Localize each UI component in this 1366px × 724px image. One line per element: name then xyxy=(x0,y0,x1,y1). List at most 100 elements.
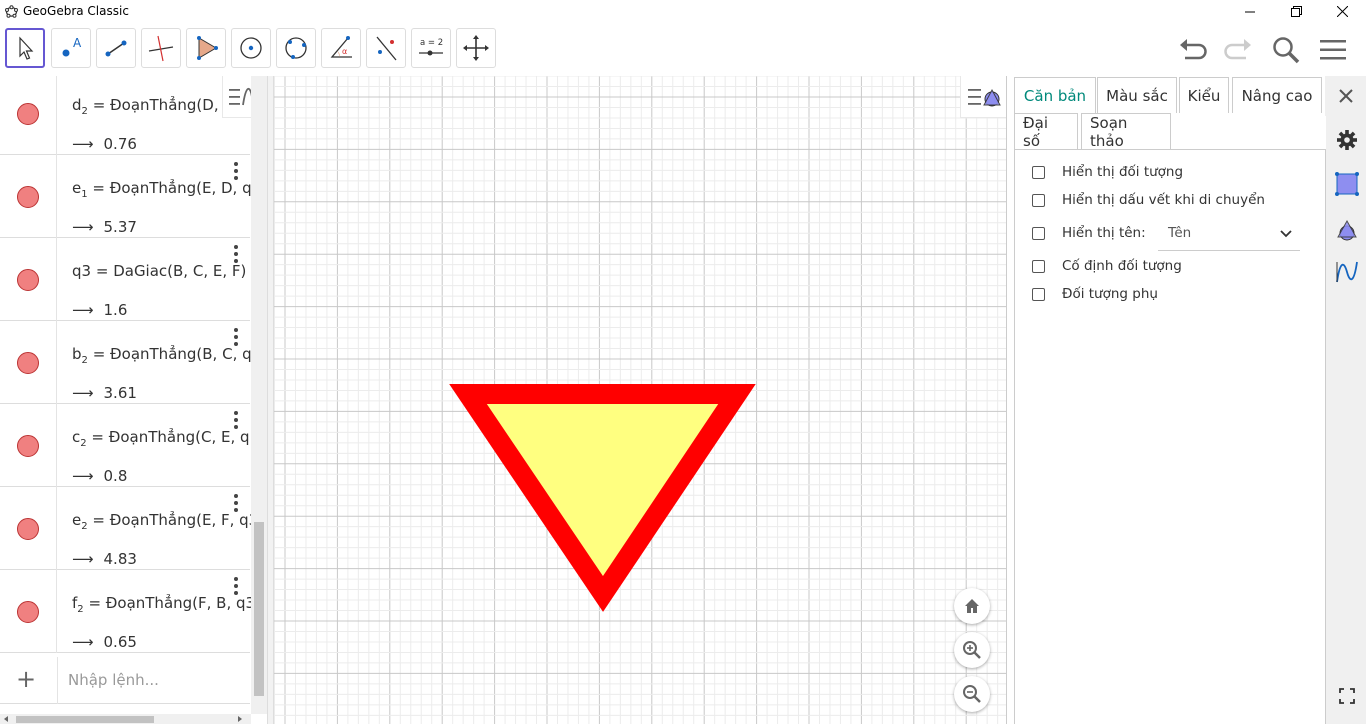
algebra-item[interactable]: e1 = ĐoạnThẳng(E, D, q ⟶ 5.37 xyxy=(0,155,252,238)
scrollbar-thumb[interactable] xyxy=(254,522,264,696)
more-options-icon[interactable] xyxy=(230,576,242,596)
view-divider[interactable] xyxy=(267,76,274,724)
close-properties-button[interactable] xyxy=(1325,76,1366,116)
algebra-item-subscript: 2 xyxy=(81,521,88,532)
more-options-icon[interactable] xyxy=(230,410,242,430)
slider-tool[interactable]: a = 2 xyxy=(411,28,451,68)
result-arrow-icon: ⟶ xyxy=(72,218,94,236)
point-tool[interactable]: A xyxy=(51,28,91,68)
move-graphics-tool[interactable] xyxy=(456,28,496,68)
graphics-style-bar-button[interactable] xyxy=(960,76,1006,118)
restore-button[interactable] xyxy=(1273,0,1319,23)
visibility-toggle[interactable] xyxy=(17,269,39,291)
scrollbar-thumb-horizontal[interactable] xyxy=(16,716,154,723)
graphics-view[interactable] xyxy=(274,76,1006,724)
visibility-toggle[interactable] xyxy=(17,601,39,623)
algebra-item-definition[interactable]: e2 = ĐoạnThẳng(E, F, q3 xyxy=(72,511,258,532)
algebra-item-definition[interactable]: c2 = ĐoạnThẳng(C, E, q xyxy=(72,428,250,449)
home-view-button[interactable] xyxy=(954,588,990,624)
result-arrow-icon: ⟶ xyxy=(72,633,94,651)
algebra-item-definition[interactable]: q3 = DaGiac(B, C, E, F) xyxy=(72,262,246,280)
zoom-out-button[interactable] xyxy=(954,676,990,712)
tab-advanced[interactable]: Nâng cao xyxy=(1232,77,1322,113)
show-object-label: Hiển thị đối tượng xyxy=(1062,164,1184,180)
segment-icon xyxy=(105,40,127,57)
auxiliary-object-checkbox[interactable] xyxy=(1032,288,1045,301)
algebra-item-name: e xyxy=(72,179,82,197)
circle-three-points-tool[interactable] xyxy=(276,28,316,68)
label-mode-select[interactable]: Tên xyxy=(1158,219,1300,251)
graphics-2-settings-button[interactable] xyxy=(1334,217,1360,243)
tab-color[interactable]: Màu sắc xyxy=(1097,77,1177,113)
redo-button[interactable] xyxy=(1222,33,1256,67)
settings-gear-button[interactable] xyxy=(1334,127,1360,153)
add-item-button[interactable]: + xyxy=(16,665,36,693)
tab-style[interactable]: Kiểu xyxy=(1179,77,1229,113)
chevron-down-icon xyxy=(1280,230,1292,238)
command-input[interactable] xyxy=(68,657,248,702)
algebra-item-definition[interactable]: f2 = ĐoạnThẳng(F, B, q3 xyxy=(72,594,255,615)
toolbar: A α a = 2 xyxy=(0,23,1366,76)
show-trace-checkbox[interactable] xyxy=(1032,194,1045,207)
visibility-toggle[interactable] xyxy=(17,435,39,457)
algebra-item-value: ⟶ 0.8 xyxy=(72,467,127,485)
zoom-in-button[interactable] xyxy=(954,632,990,668)
visibility-toggle[interactable] xyxy=(17,186,39,208)
fullscreen-button[interactable] xyxy=(1334,683,1360,709)
algebra-item-value-text: 1.6 xyxy=(103,301,128,319)
show-object-checkbox[interactable] xyxy=(1032,166,1045,179)
polygon-tool[interactable] xyxy=(186,28,226,68)
show-trace-label: Hiển thị dấu vết khi di chuyển xyxy=(1062,192,1265,208)
slider-icon: a = 2 xyxy=(419,38,443,56)
move-cross-icon xyxy=(463,35,489,61)
polygon-q3[interactable] xyxy=(449,384,756,612)
tab-basic[interactable]: Căn bản xyxy=(1014,77,1096,113)
reflect-tool[interactable] xyxy=(366,28,406,68)
graphics-settings-button[interactable] xyxy=(1334,171,1360,197)
title-bar: GeoGebra Classic xyxy=(0,0,1366,23)
tab-scripting[interactable]: Soạn thảo xyxy=(1081,113,1171,150)
visibility-toggle[interactable] xyxy=(17,103,39,125)
move-tool[interactable] xyxy=(5,28,45,68)
perpendicular-line-tool[interactable] xyxy=(141,28,181,68)
fix-object-checkbox[interactable] xyxy=(1032,260,1045,273)
algebra-item[interactable]: q3 = DaGiac(B, C, E, F) ⟶ 1.6 xyxy=(0,238,250,321)
algebra-item-definition[interactable]: e1 = ĐoạnThẳng(E, D, q xyxy=(72,179,252,200)
close-icon xyxy=(1339,89,1353,103)
algebra-settings-button[interactable] xyxy=(1334,259,1360,285)
tab-algebra[interactable]: Đại số xyxy=(1014,113,1078,150)
show-label-label: Hiển thị tên: xyxy=(1062,225,1146,241)
more-options-icon[interactable] xyxy=(230,493,242,513)
more-options-icon[interactable] xyxy=(230,327,242,347)
algebra-item-name: b xyxy=(72,345,82,363)
segment-tool[interactable] xyxy=(96,28,136,68)
more-options-icon[interactable] xyxy=(230,161,242,181)
algebra-item-value: ⟶ 0.76 xyxy=(72,135,137,153)
more-options-icon[interactable] xyxy=(230,244,242,264)
visibility-toggle[interactable] xyxy=(17,518,39,540)
algebra-item[interactable]: d2 = ĐoạnThẳng(D, F ⟶ 0.76 xyxy=(0,76,250,155)
algebra-item[interactable]: f2 = ĐoạnThẳng(F, B, q3 ⟶ 0.65 xyxy=(0,570,255,653)
angle-tool[interactable]: α xyxy=(321,28,361,68)
algebra-item[interactable]: c2 = ĐoạnThẳng(C, E, q ⟶ 0.8 xyxy=(0,404,250,487)
close-window-button[interactable] xyxy=(1319,0,1365,23)
reflect-icon xyxy=(376,36,397,61)
auxiliary-object-label: Đối tượng phụ xyxy=(1062,286,1158,302)
undo-button[interactable] xyxy=(1175,33,1209,67)
geogebra-app: GeoGebra Classic A α a = 2 d2 = ĐoạnThẳn… xyxy=(0,0,1366,724)
search-button[interactable] xyxy=(1269,33,1303,67)
main-menu-button[interactable] xyxy=(1316,33,1350,67)
circle-center-tool[interactable] xyxy=(231,28,271,68)
algebra-item-definition[interactable]: b2 = ĐoạnThẳng(B, C, q xyxy=(72,345,252,366)
algebra-item[interactable]: b2 = ĐoạnThẳng(B, C, q ⟶ 3.61 xyxy=(0,321,252,404)
minimize-button[interactable] xyxy=(1227,0,1273,23)
algebra-vertical-scrollbar[interactable] xyxy=(251,76,267,714)
algebra-item-definition[interactable]: d2 = ĐoạnThẳng(D, F xyxy=(72,96,232,117)
algebra-item-expression: = ĐoạnThẳng(D, F xyxy=(92,96,232,114)
row-separator xyxy=(56,155,57,238)
polygon-icon xyxy=(197,36,218,60)
algebra-horizontal-scrollbar[interactable] xyxy=(0,714,251,724)
visibility-toggle[interactable] xyxy=(17,352,39,374)
show-label-checkbox[interactable] xyxy=(1032,227,1045,240)
algebra-item[interactable]: e2 = ĐoạnThẳng(E, F, q3 ⟶ 4.83 xyxy=(0,487,258,570)
